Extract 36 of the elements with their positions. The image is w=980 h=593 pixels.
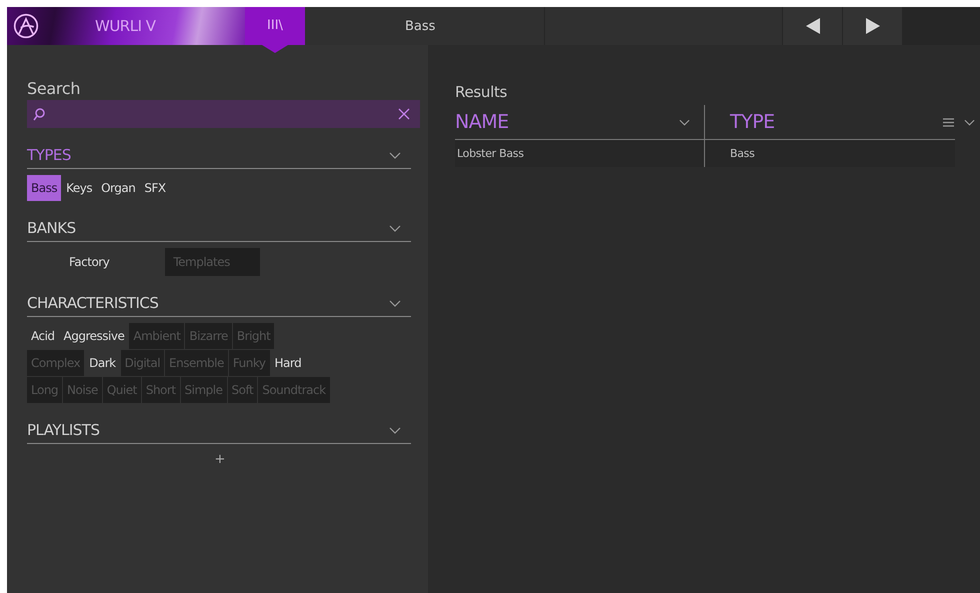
filter-tag[interactable]: SFX [140,175,170,201]
close-icon[interactable] [398,108,410,120]
chevron-down-icon[interactable] [389,152,401,158]
logo-icon[interactable] [13,13,39,39]
search-label: Search [27,79,82,98]
left-triangle-icon [806,18,820,34]
filter-tag[interactable]: Dark [85,350,120,376]
filter-tag[interactable]: Bass [27,175,62,201]
filter-tag[interactable]: Organ [97,175,140,201]
chevron-down-icon[interactable] [389,300,401,306]
menu-icon[interactable] [943,118,954,126]
filter-tag[interactable]: Keys [62,175,96,201]
chevron-down-icon[interactable] [389,426,401,434]
search-field[interactable] [27,100,420,128]
search-icon [33,108,45,120]
product-name: WURLI V [95,17,156,35]
filter-tag[interactable]: Hard [270,350,306,376]
right-triangle-icon [866,18,880,34]
chevron-down-icon[interactable] [964,118,975,126]
tab-pointer-icon [262,45,288,53]
section-title[interactable]: TYPES [27,146,71,164]
table-cell-text: Bass [729,146,755,162]
table-cell: Lobster Bass [455,140,705,167]
section-title[interactable]: BANKS [27,219,76,237]
filter-tag[interactable]: Aggressive [60,323,128,349]
column-header[interactable]: NAME [455,111,509,133]
section-title[interactable]: PLAYLISTS [27,421,100,439]
chevron-down-icon[interactable] [679,118,690,126]
section-title[interactable]: CHARACTERISTICS [27,294,158,312]
chevron-down-icon[interactable] [389,224,401,232]
filter-tag[interactable]: Acid [27,323,59,349]
result-row[interactable]: Lobster Bass Bass [455,140,955,167]
add-playlist-button[interactable]: + [214,452,226,467]
filter-tag[interactable]: Factory [61,248,140,276]
column-header[interactable]: TYPE [730,111,775,133]
results-title: Results [455,83,508,101]
